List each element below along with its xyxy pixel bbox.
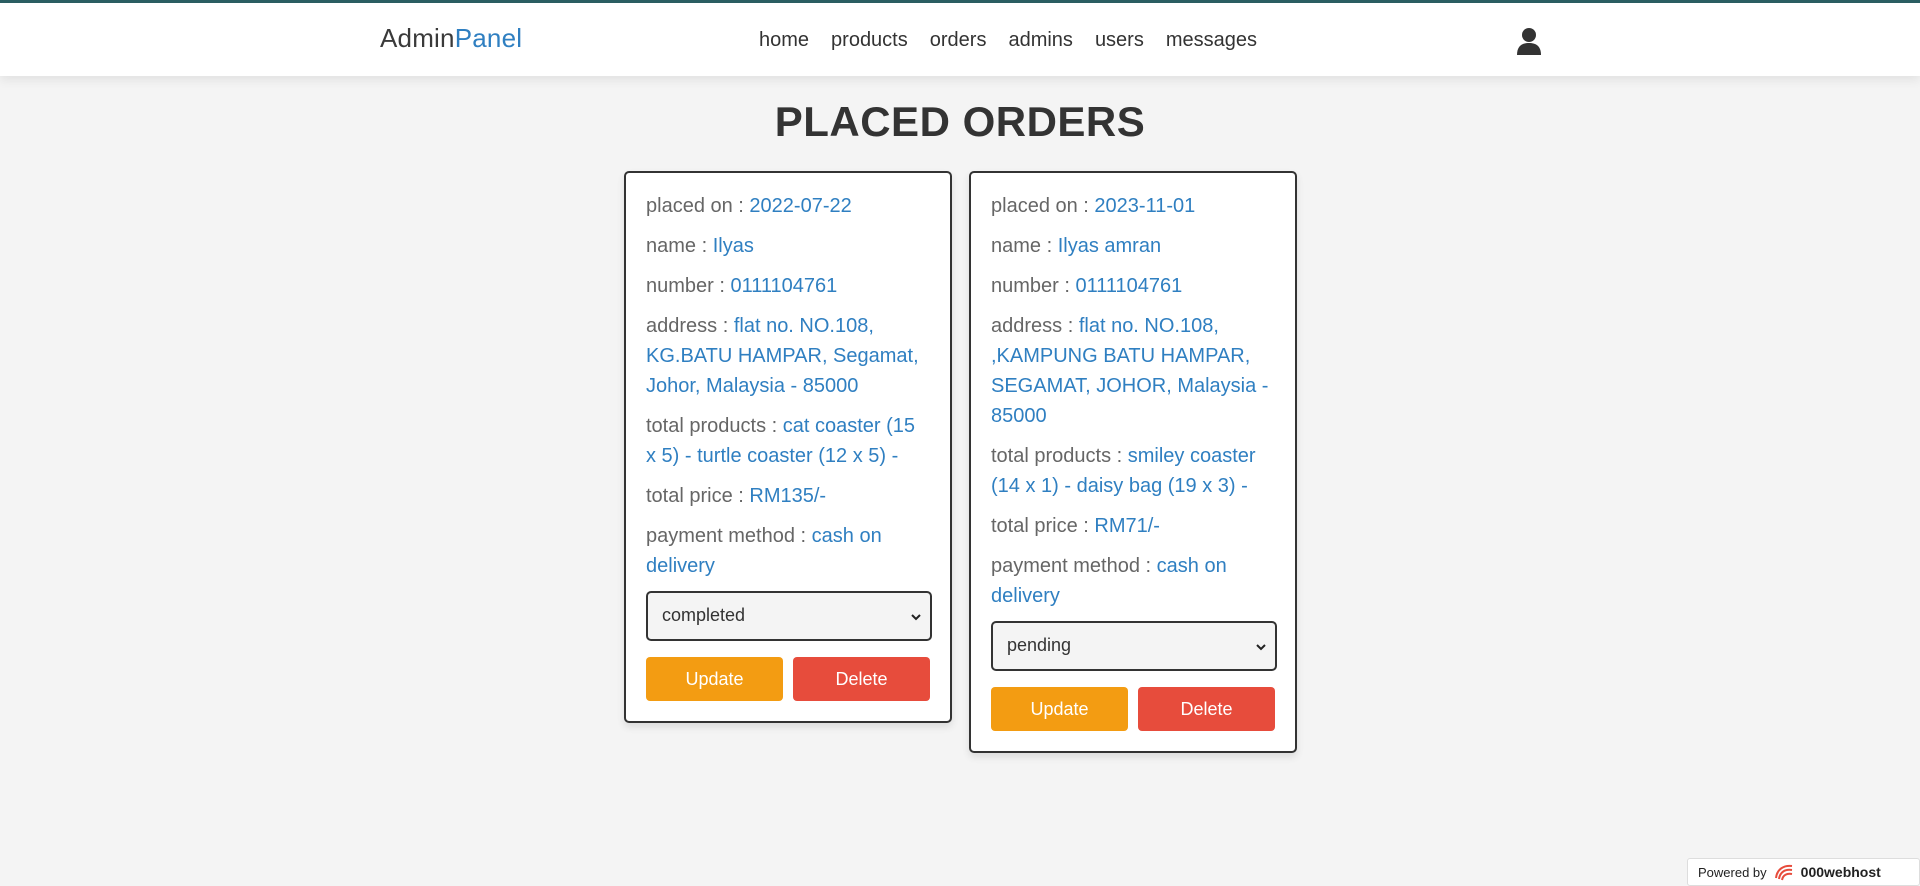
main-nav: home products orders admins users messag… bbox=[759, 27, 1279, 53]
order-card: placed on : 2023-11-01 name : Ilyas amra… bbox=[969, 171, 1297, 753]
status-selected-value: completed bbox=[662, 605, 746, 625]
action-buttons: Update Delete bbox=[991, 687, 1275, 731]
total-price-value: RM71/- bbox=[1094, 515, 1160, 537]
total-price-value: RM135/- bbox=[749, 485, 827, 507]
placed-on-value: 2023-11-01 bbox=[1094, 195, 1196, 217]
status-selected-value: pending bbox=[1007, 635, 1072, 655]
logo-accent: Panel bbox=[454, 23, 523, 53]
address-row: address : flat no. NO.108, ,KAMPUNG BATU… bbox=[991, 315, 1269, 427]
nav-orders[interactable]: orders bbox=[930, 27, 987, 53]
number-row: number : 0111104761 bbox=[991, 275, 1183, 297]
powered-by-brand: 000webhost bbox=[1800, 864, 1881, 880]
total-price-row: total price : RM71/- bbox=[991, 515, 1160, 537]
nav-users[interactable]: users bbox=[1095, 27, 1144, 53]
powered-by-badge[interactable]: Powered by 000webhost bbox=[1687, 858, 1920, 886]
delete-button[interactable]: Delete bbox=[793, 657, 930, 701]
total-price-row: total price : RM135/- bbox=[646, 485, 827, 507]
top-header: AdminPanel home products orders admins u… bbox=[0, 3, 1920, 76]
status-select[interactable]: pending bbox=[991, 621, 1277, 671]
action-buttons: Update Delete bbox=[646, 657, 930, 701]
placed-on-row: placed on : 2023-11-01 bbox=[991, 195, 1196, 217]
total-products-row: total products : cat coaster (15 x 5) - … bbox=[646, 415, 916, 467]
payment-method-row: payment method : cash on delivery bbox=[646, 525, 882, 577]
logo[interactable]: AdminPanel bbox=[380, 23, 522, 54]
total-products-row: total products : smiley coaster (14 x 1)… bbox=[991, 445, 1256, 497]
name-value: Ilyas amran bbox=[1057, 235, 1162, 257]
nav-products[interactable]: products bbox=[831, 27, 908, 53]
logo-main: Admin bbox=[380, 23, 455, 53]
update-button[interactable]: Update bbox=[991, 687, 1128, 731]
address-row: address : flat no. NO.108, KG.BATU HAMPA… bbox=[646, 315, 919, 397]
delete-button[interactable]: Delete bbox=[1138, 687, 1275, 731]
name-row: name : Ilyas bbox=[646, 235, 754, 257]
nav-admins[interactable]: admins bbox=[1008, 27, 1072, 53]
powered-by-label: Powered by bbox=[1698, 864, 1767, 880]
number-value: 0111104761 bbox=[1075, 275, 1183, 297]
nav-home[interactable]: home bbox=[759, 27, 809, 53]
update-button[interactable]: Update bbox=[646, 657, 783, 701]
number-value: 0111104761 bbox=[730, 275, 838, 297]
number-row: number : 0111104761 bbox=[646, 275, 838, 297]
user-icon[interactable] bbox=[1516, 27, 1542, 55]
chevron-down-icon bbox=[911, 614, 921, 621]
nav-messages[interactable]: messages bbox=[1166, 27, 1257, 53]
status-select[interactable]: completed bbox=[646, 591, 932, 641]
name-row: name : Ilyas amran bbox=[991, 235, 1162, 257]
placed-on-row: placed on : 2022-07-22 bbox=[646, 195, 852, 217]
placed-on-value: 2022-07-22 bbox=[749, 195, 852, 217]
chevron-down-icon bbox=[1256, 644, 1266, 651]
webhost-logo-icon bbox=[1774, 864, 1792, 881]
name-value: Ilyas bbox=[712, 235, 754, 257]
page-title: PLACED ORDERS bbox=[774, 98, 1146, 145]
payment-method-row: payment method : cash on delivery bbox=[991, 555, 1227, 607]
order-card: placed on : 2022-07-22 name : Ilyas numb… bbox=[624, 171, 952, 723]
